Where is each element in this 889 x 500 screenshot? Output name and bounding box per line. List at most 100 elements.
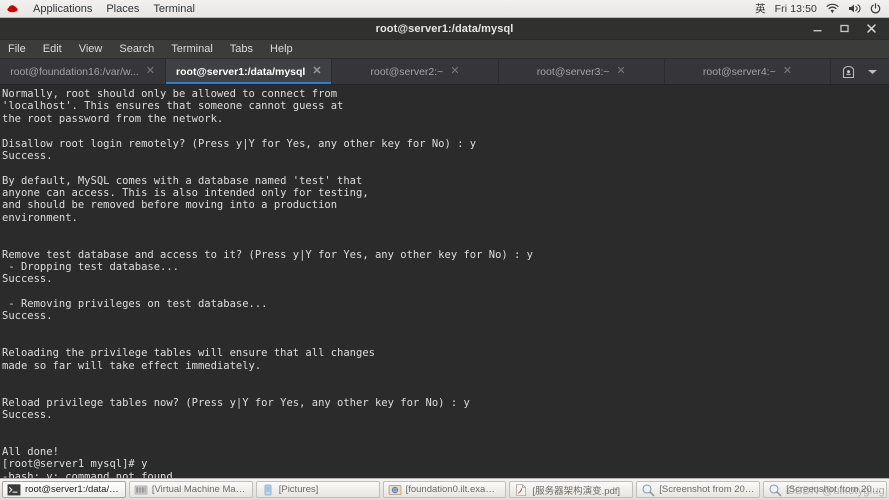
pdf-icon bbox=[514, 483, 528, 497]
tab-server2[interactable]: root@server2:~ ✕ bbox=[332, 59, 499, 85]
wifi-icon[interactable] bbox=[826, 3, 839, 14]
menu-edit[interactable]: Edit bbox=[41, 42, 64, 56]
taskbar: root@server1:/data/m... [Virtual Machine… bbox=[0, 478, 889, 500]
terminal-line: and should be removed before moving into… bbox=[2, 199, 338, 212]
chevron-down-icon[interactable] bbox=[867, 68, 878, 76]
image-viewer-icon bbox=[768, 483, 782, 497]
tab-close-icon[interactable]: ✕ bbox=[783, 66, 792, 77]
maximize-icon[interactable] bbox=[839, 23, 850, 34]
terminal-line: - Dropping test database... bbox=[2, 260, 180, 273]
terminal-text: Normally, root should only be allowed to… bbox=[2, 88, 889, 478]
gnome-menu-applications[interactable]: Applications bbox=[33, 3, 92, 15]
gnome-menu-terminal[interactable]: Terminal bbox=[153, 3, 195, 15]
tab-close-icon[interactable]: ✕ bbox=[312, 66, 321, 77]
tab-close-icon[interactable]: ✕ bbox=[450, 66, 459, 77]
terminal-line: Disallow root login remotely? (Press y|Y… bbox=[2, 137, 477, 150]
terminal-line: Success. bbox=[2, 409, 53, 422]
terminal-line: [root@server1 mysql]# y bbox=[2, 458, 148, 471]
terminal-line: -bash: y: command not found bbox=[2, 470, 173, 479]
input-method-indicator[interactable]: 英 bbox=[755, 1, 766, 16]
tab-label: root@foundation16:/var/w... bbox=[10, 65, 139, 78]
new-tab-icon[interactable] bbox=[842, 65, 855, 79]
taskbar-item-label: [Virtual Machine Manag... bbox=[151, 484, 248, 495]
window-title-bar: root@server1:/data/mysql bbox=[0, 18, 889, 41]
tab-close-icon[interactable]: ✕ bbox=[617, 66, 626, 77]
tab-bar: root@foundation16:/var/w... ✕ root@serve… bbox=[0, 59, 889, 86]
tab-label: root@server4:~ bbox=[702, 65, 776, 78]
terminal-output-area[interactable]: Normally, root should only be allowed to… bbox=[0, 85, 889, 479]
taskbar-item-screenshot-2[interactable]: [Screenshot from 202... bbox=[763, 481, 888, 498]
gnome-top-bar-left: Applications Places Terminal bbox=[0, 3, 195, 15]
taskbar-item-pictures[interactable]: [Pictures] bbox=[255, 481, 380, 498]
terminal-line: Success. bbox=[2, 273, 53, 286]
vm-manager-icon bbox=[134, 483, 148, 497]
taskbar-item-virtual-machine-manager[interactable]: [Virtual Machine Manag... bbox=[128, 481, 253, 498]
terminal-line: Reload privilege tables now? (Press y|Y … bbox=[2, 396, 470, 409]
menu-file[interactable]: File bbox=[6, 42, 28, 56]
menu-terminal[interactable]: Terminal bbox=[169, 42, 215, 56]
tab-label: root@server2:~ bbox=[370, 65, 444, 78]
close-icon[interactable] bbox=[866, 23, 877, 34]
tab-foundation16[interactable]: root@foundation16:/var/w... ✕ bbox=[0, 59, 167, 85]
terminal-line: Normally, root should only be allowed to… bbox=[2, 88, 338, 101]
tab-server4[interactable]: root@server4:~ ✕ bbox=[665, 59, 832, 85]
clock[interactable]: Fri 13:50 bbox=[775, 3, 817, 15]
menu-view[interactable]: View bbox=[77, 42, 105, 56]
taskbar-item-label: [foundation0.ilt.exampl.. bbox=[405, 484, 502, 495]
gnome-top-bar-right: 英 Fri 13:50 bbox=[755, 1, 889, 16]
image-viewer-icon bbox=[641, 483, 655, 497]
menu-bar: File Edit View Search Terminal Tabs Help bbox=[0, 40, 889, 60]
terminal-window: root@server1:/data/mysql File Edit View … bbox=[0, 18, 889, 479]
window-title: root@server1:/data/mysql bbox=[375, 22, 514, 35]
minimize-icon[interactable] bbox=[812, 23, 823, 34]
window-controls bbox=[812, 23, 889, 34]
gnome-menu-places[interactable]: Places bbox=[106, 3, 139, 15]
terminal-line: anyone can access. This is also intended… bbox=[2, 186, 369, 199]
taskbar-item-label: [Pictures] bbox=[278, 484, 319, 495]
taskbar-item-label: [服务器架构演变.pdf] bbox=[532, 485, 621, 497]
vm-viewer-icon bbox=[388, 483, 402, 497]
tab-close-icon[interactable]: ✕ bbox=[146, 66, 155, 77]
taskbar-item-label: [Screenshot from 202... bbox=[786, 484, 883, 495]
terminal-line: Reloading the privilege tables will ensu… bbox=[2, 347, 375, 360]
terminal-line: the root password from the network. bbox=[2, 112, 224, 125]
terminal-line: Success. bbox=[2, 149, 53, 162]
terminal-line: All done! bbox=[2, 446, 59, 459]
terminal-line: Remove test database and access to it? (… bbox=[2, 248, 534, 261]
tab-label: root@server1:/data/mysql bbox=[176, 65, 306, 78]
taskbar-item-label: root@server1:/data/m... bbox=[25, 484, 121, 495]
tab-server1-data-mysql[interactable]: root@server1:/data/mysql ✕ bbox=[166, 59, 333, 85]
taskbar-item-terminal[interactable]: root@server1:/data/m... bbox=[2, 481, 126, 498]
terminal-line: - Removing privileges on test database..… bbox=[2, 297, 268, 310]
terminal-line: 'localhost'. This ensures that someone c… bbox=[2, 100, 344, 113]
terminal-icon bbox=[7, 483, 21, 497]
taskbar-item-foundation0[interactable]: [foundation0.ilt.exampl.. bbox=[382, 481, 507, 498]
menu-tabs[interactable]: Tabs bbox=[228, 42, 255, 56]
taskbar-item-label: [Screenshot from 202... bbox=[659, 484, 756, 495]
taskbar-item-screenshot-1[interactable]: [Screenshot from 202... bbox=[636, 481, 761, 498]
redhat-logo-icon bbox=[6, 3, 19, 14]
volume-icon[interactable] bbox=[848, 3, 861, 14]
tab-server3[interactable]: root@server3:~ ✕ bbox=[499, 59, 665, 85]
tab-label: root@server3:~ bbox=[536, 65, 610, 78]
gnome-top-bar: Applications Places Terminal 英 Fri 13:50 bbox=[0, 0, 889, 18]
taskbar-item-pdf[interactable]: [服务器架构演变.pdf] bbox=[509, 481, 634, 498]
terminal-line: made so far will take effect immediately… bbox=[2, 359, 262, 372]
power-icon[interactable] bbox=[870, 3, 881, 14]
menu-search[interactable]: Search bbox=[117, 42, 156, 56]
terminal-line: Success. bbox=[2, 310, 53, 323]
folder-icon bbox=[261, 483, 275, 497]
terminal-line: By default, MySQL comes with a database … bbox=[2, 174, 363, 187]
menu-help[interactable]: Help bbox=[268, 42, 295, 56]
